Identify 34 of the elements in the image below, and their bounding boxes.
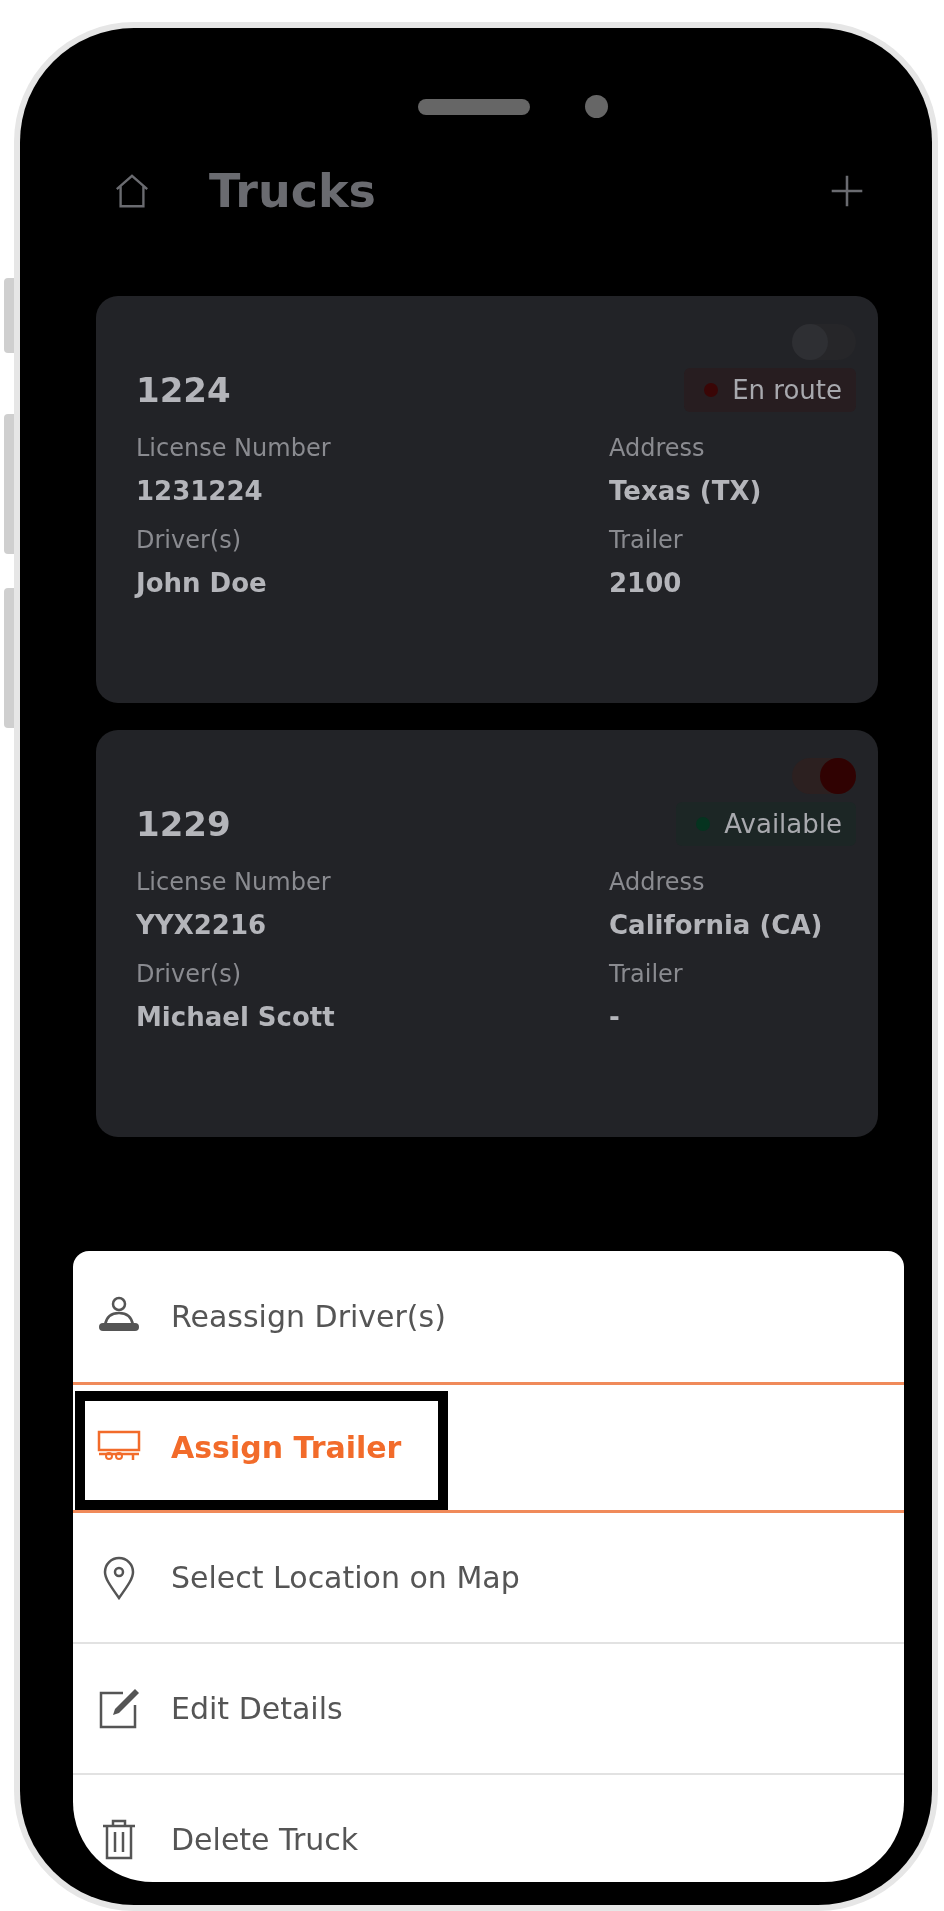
truck-number: 1229: [136, 804, 231, 844]
field-value: YYX2216: [136, 910, 268, 940]
field-label: Driver(s): [136, 960, 243, 988]
toggle-switch[interactable]: [792, 758, 856, 794]
field-label: Trailer: [609, 526, 684, 554]
field-value: -: [609, 1002, 621, 1032]
field-value: Michael Scott: [136, 1002, 336, 1032]
add-button[interactable]: [830, 174, 864, 208]
field-label: Trailer: [609, 960, 684, 988]
field-value: 2100: [609, 568, 683, 598]
action-item[interactable]: Reassign Driver(s): [73, 1251, 904, 1382]
action-item[interactable]: Edit Details: [73, 1644, 904, 1775]
home-button[interactable]: [113, 172, 151, 210]
page-title: Trucks: [209, 164, 376, 218]
field-label: License Number: [136, 434, 332, 462]
truck-card[interactable]: 1229 Available License Number YYX2216 Address California (CA) Driver(s) Michael Scott Trailer -: [96, 730, 878, 1137]
edit-icon: [97, 1686, 141, 1731]
field-label: License Number: [136, 868, 332, 896]
field-label: Address: [609, 868, 706, 896]
field-label: Address: [609, 434, 706, 462]
home-icon: [113, 172, 151, 210]
action-item[interactable]: Delete Truck: [73, 1775, 904, 1882]
field-label: Driver(s): [136, 526, 243, 554]
field-value: California (CA): [609, 910, 824, 940]
truck-card[interactable]: 1224 En route License Number 1231224 Address Texas (TX) Driver(s) John Doe Trailer 2100: [96, 296, 878, 703]
status-text: Available: [724, 809, 842, 839]
action-item[interactable]: Select Location on Map: [73, 1513, 904, 1644]
status-text: En route: [732, 375, 842, 405]
field-value: 1231224: [136, 476, 264, 506]
truck-number: 1224: [136, 370, 231, 410]
camera-dot: [585, 95, 608, 118]
plus-icon: [830, 174, 864, 208]
field-value: Texas (TX): [609, 476, 763, 506]
field-value: John Doe: [136, 568, 268, 598]
